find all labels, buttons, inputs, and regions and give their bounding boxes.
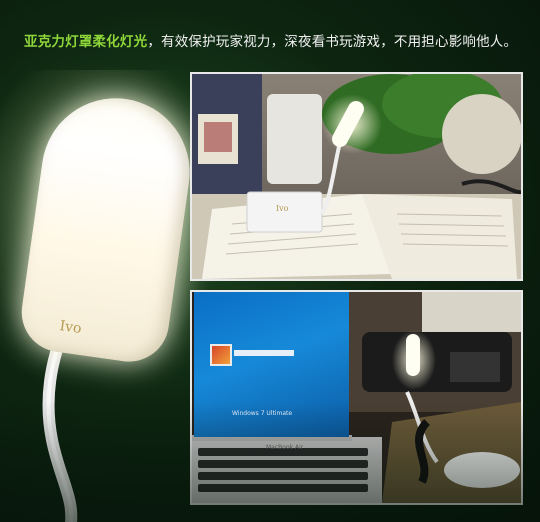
product-promo-page: 亚克力灯罩柔化灯光，有效保护玩家视力，深夜看书玩游戏，不用担心影响他人。 Ivo xyxy=(0,0,540,522)
lamp-logo: Ivo xyxy=(58,318,83,337)
feature-headline: 亚克力灯罩柔化灯光，有效保护玩家视力，深夜看书玩游戏，不用担心影响他人。 xyxy=(24,30,517,50)
photo-reading-book: Ivo xyxy=(190,72,523,281)
laptop-model-label: MacBook Air xyxy=(266,444,304,451)
user-account-icon xyxy=(210,344,232,366)
os-edition-label: Windows 7 Ultimate xyxy=(232,410,293,417)
headline-highlight: 亚克力灯罩柔化灯光 xyxy=(24,34,148,50)
hero-lamp: Ivo xyxy=(0,60,230,522)
laptop-screen: Windows 7 Ultimate MacBook Air xyxy=(194,292,349,451)
reading-scene-illustration xyxy=(192,74,521,279)
headline-description: ，有效保护玩家视力，深夜看书玩游戏，不用担心影响他人。 xyxy=(147,34,518,50)
power-bank-logo: Ivo xyxy=(276,204,289,213)
photo-laptop-use: Windows 7 Ultimate MacBook Air xyxy=(190,290,523,505)
password-field xyxy=(234,350,294,356)
